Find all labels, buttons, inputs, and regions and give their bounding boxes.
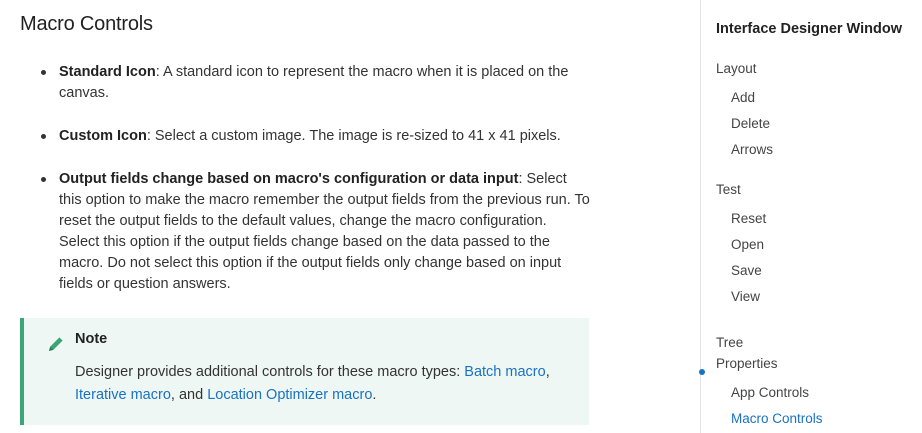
sidebar-item-view[interactable]: View (731, 289, 760, 304)
note-separator: , (545, 364, 550, 380)
list-item: Standard Icon: A standard icon to repres… (20, 62, 590, 104)
sidebar-section-layout[interactable]: Layout (716, 61, 757, 76)
sidebar-section-tree-properties-line1[interactable]: Tree (716, 335, 743, 350)
note-title: Note (75, 331, 108, 347)
location-optimizer-macro-link[interactable]: Location Optimizer macro (207, 387, 372, 403)
controls-list: Standard Icon: A standard icon to repres… (20, 62, 590, 317)
table-of-contents-sidebar: Interface Designer Window Layout Add Del… (699, 0, 922, 433)
list-item-text: : Select this option to make the macro r… (59, 171, 590, 292)
sidebar-section-test[interactable]: Test (716, 182, 741, 197)
list-item-text: : Select a custom image. The image is re… (146, 128, 561, 144)
note-separator: , and (170, 387, 208, 403)
sidebar-section-tree-properties-line2[interactable]: Properties (716, 356, 778, 371)
list-item: Output fields change based on macro's co… (20, 169, 590, 295)
sidebar-item-reset[interactable]: Reset (731, 211, 766, 226)
note-text-end: . (372, 387, 377, 403)
list-item-term: Output fields change based on macro's co… (59, 171, 519, 187)
active-section-indicator (699, 369, 705, 375)
sidebar-item-add[interactable]: Add (731, 90, 755, 105)
page-title: Macro Controls (20, 13, 153, 35)
list-item-term: Custom Icon (59, 128, 147, 144)
list-item: Custom Icon: Select a custom image. The … (20, 126, 590, 147)
sidebar-item-macro-controls[interactable]: Macro Controls (731, 411, 823, 426)
iterative-macro-link[interactable]: Iterative macro (75, 387, 171, 403)
list-item-term: Standard Icon (59, 64, 156, 80)
note-body: Designer provides additional controls fo… (75, 361, 575, 407)
sidebar-item-open[interactable]: Open (731, 237, 764, 252)
sidebar-title: Interface Designer Window (716, 21, 902, 37)
pencil-icon (46, 334, 66, 354)
batch-macro-link[interactable]: Batch macro (464, 364, 545, 380)
sidebar-item-app-controls[interactable]: App Controls (731, 385, 809, 400)
note-callout: Note Designer provides additional contro… (20, 318, 589, 425)
note-text: Designer provides additional controls fo… (75, 364, 465, 380)
sidebar-item-save[interactable]: Save (731, 263, 762, 278)
sidebar-item-delete[interactable]: Delete (731, 116, 770, 131)
sidebar-item-arrows[interactable]: Arrows (731, 142, 773, 157)
